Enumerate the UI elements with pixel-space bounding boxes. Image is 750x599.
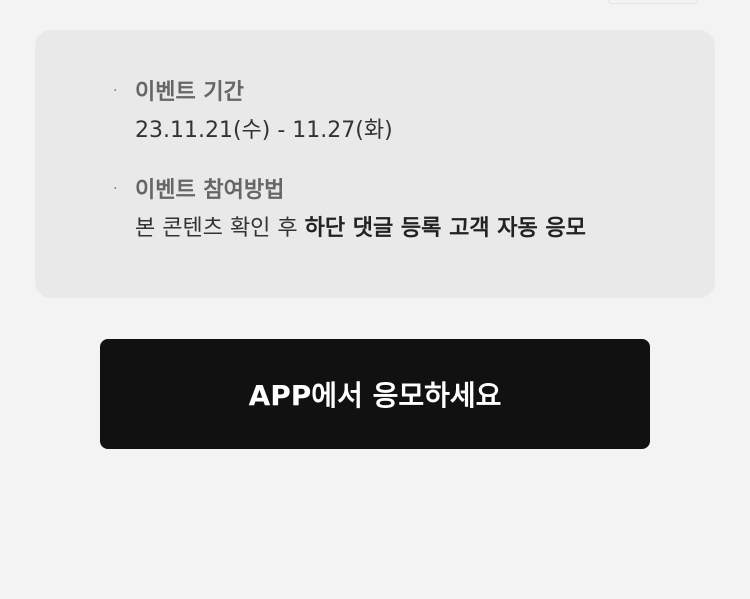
- apply-in-app-button[interactable]: APP에서 응모하세요: [100, 339, 650, 449]
- event-method-title: 이벤트 참여방법: [135, 178, 285, 203]
- event-info-box: · 이벤트 기간 23.11.21(수) - 11.27(화) · 이벤트 참여…: [35, 30, 715, 298]
- top-divider: [608, 0, 698, 4]
- event-method-value-emphasis: 하단 댓글 등록 고객 자동 응모: [304, 216, 586, 241]
- apply-in-app-label: APP에서 응모하세요: [248, 379, 502, 412]
- event-method-value: 본 콘텐츠 확인 후 하단 댓글 등록 고객 자동 응모: [135, 214, 586, 244]
- bullet-icon: ·: [113, 83, 118, 99]
- event-period-value: 23.11.21(수) - 11.27(화): [135, 118, 393, 143]
- event-period-title: 이벤트 기간: [135, 80, 244, 105]
- event-method-section: · 이벤트 참여방법 본 콘텐츠 확인 후 하단 댓글 등록 고객 자동 응모: [113, 176, 586, 244]
- event-period-section: · 이벤트 기간 23.11.21(수) - 11.27(화): [113, 78, 393, 146]
- bullet-icon: ·: [113, 181, 118, 197]
- event-method-value-plain: 본 콘텐츠 확인 후: [135, 216, 305, 241]
